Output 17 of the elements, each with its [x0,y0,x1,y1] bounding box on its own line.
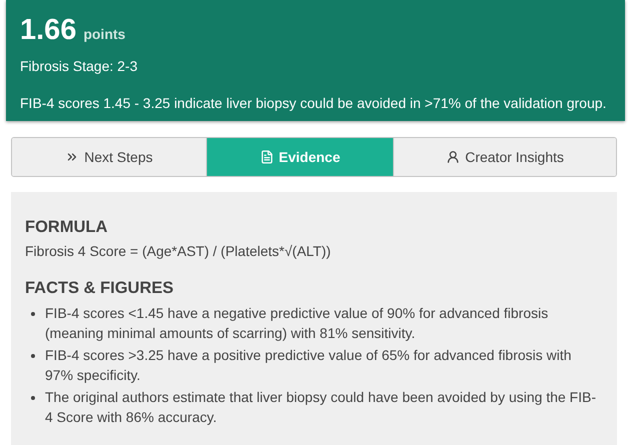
score-unit: points [83,26,126,42]
score-value: 1.66 [20,14,76,47]
formula-text: Fibrosis 4 Score = (Age*AST) / (Platelets*√(ALT)) [25,243,332,259]
fact-text: The original authors estimate that liver biopsy could have been avoided by using the FIB-4 Score with 86% accuracy. [45,388,597,427]
document-icon [260,150,274,164]
result-note: FIB-4 scores 1.45 - 3.25 indicate liver biopsy could be avoided in >71% of the validation group. [20,95,608,111]
bullet-icon [31,354,35,358]
fibrosis-stage: Fibrosis Stage: 2-3 [20,58,138,74]
section-heading: FACTS & FIGURES [25,279,175,298]
fact-text: FIB-4 scores <1.45 have a negative predictive value of 90% for advanced fibrosis (meaning minimal amounts of scarring) with 81% sensitivity. [45,304,550,343]
tab[interactable]: Next Steps [12,138,206,176]
section-heading: FORMULA [25,218,108,237]
tab[interactable]: Creator Insights [393,138,616,176]
bullet-icon [31,396,35,400]
fact-text: FIB-4 scores >3.25 have a positive predictive value of 65% for advanced fibrosis with 97% specificity. [45,346,572,385]
person-icon [446,150,460,164]
bullet-icon [31,312,35,316]
